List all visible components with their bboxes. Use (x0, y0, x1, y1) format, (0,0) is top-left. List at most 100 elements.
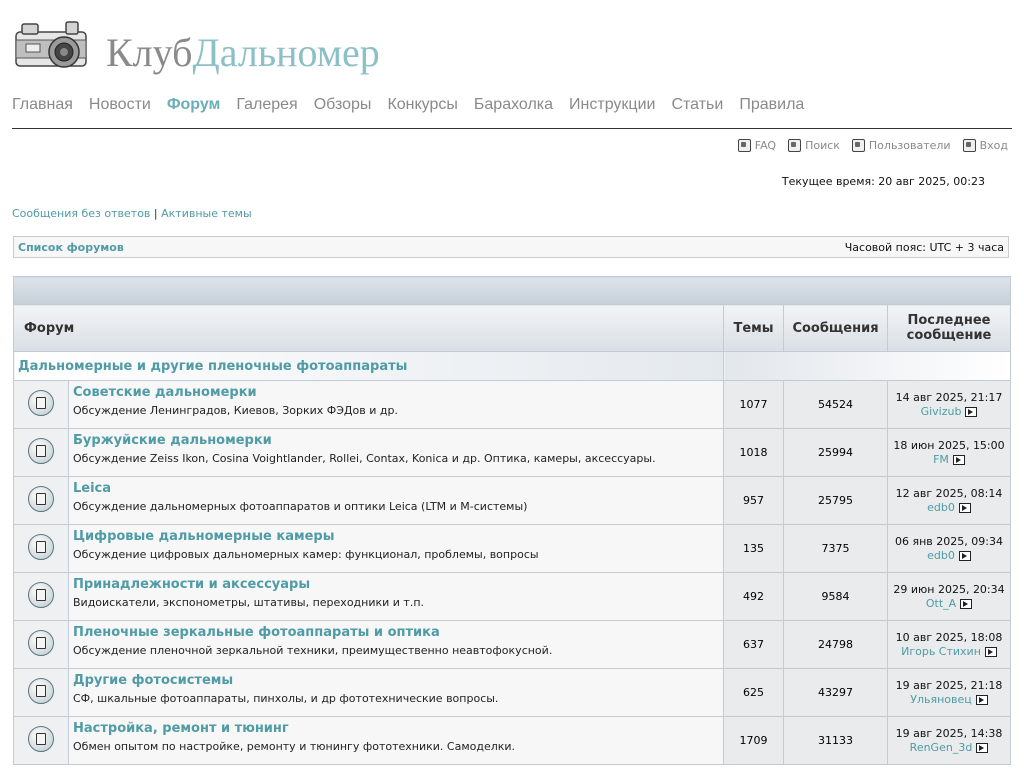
last-post-date: 19 авг 2025, 14:38 (895, 726, 1003, 740)
forum-topics-count: 625 (723, 668, 784, 717)
site-header: КлубДальномер (0, 0, 1024, 92)
table-row: Цифровые дальномерные камеры Обсуждение ц… (13, 524, 1011, 573)
goto-last-post-icon[interactable] (958, 502, 971, 513)
forum-description: Обсуждение Ленинградов, Киевов, Зорких Ф… (73, 404, 398, 417)
faq-link[interactable]: FAQ (737, 139, 777, 152)
goto-last-post-icon[interactable] (958, 550, 971, 561)
users-label: Пользователи (868, 139, 951, 152)
forum-posts-count: 24798 (783, 620, 888, 669)
forum-title-link[interactable]: Буржуйские дальномерки (73, 433, 723, 448)
current-time: Текущее время: 20 авг 2025, 00:23 (781, 175, 985, 188)
active-topics-link[interactable]: Активные темы (161, 207, 252, 220)
forum-read-icon (28, 389, 54, 416)
table-row: Советские дальномерки Обсуждение Ленингра… (13, 380, 1011, 429)
forum-title-link[interactable]: Цифровые дальномерные камеры (73, 529, 723, 544)
forum-topics-count: 957 (723, 476, 784, 525)
search-link[interactable]: Поиск (788, 139, 840, 152)
last-post-date: 14 авг 2025, 21:17 (895, 390, 1003, 404)
nav-item-reviews[interactable]: Обзоры (314, 95, 372, 128)
logo-text-rangefinder: Дальномер (192, 30, 380, 75)
forum-read-icon (28, 677, 54, 704)
last-post-date: 19 авг 2025, 21:18 (895, 678, 1003, 692)
category-title[interactable]: Дальномерные и другие пленочные фотоаппа… (13, 351, 724, 381)
forum-title-link[interactable]: Настройка, ремонт и тюнинг (73, 721, 723, 736)
forum-title-link[interactable]: Пленочные зеркальные фотоаппараты и опти… (73, 625, 723, 640)
nav-item-articles[interactable]: Статьи (671, 95, 723, 128)
nav-item-news[interactable]: Новости (89, 95, 151, 128)
goto-last-post-icon[interactable] (984, 646, 997, 657)
col-header-last-post: Последнее сообщение (887, 304, 1011, 352)
login-link[interactable]: Вход (962, 139, 1008, 152)
nav-item-market[interactable]: Барахолка (474, 95, 553, 128)
forum-description: Обсуждение пленочной зеркальной техники,… (73, 644, 553, 657)
category-row: Дальномерные и другие пленочные фотоаппа… (13, 351, 1011, 381)
last-post-user-link[interactable]: edb0 (927, 501, 955, 514)
forum-posts-count: 31133 (783, 716, 888, 765)
table-row: Leica Обсуждение дальномерных фотоаппарат… (13, 476, 1011, 525)
faq-label: FAQ (754, 139, 777, 152)
goto-last-post-icon[interactable] (965, 406, 978, 417)
goto-last-post-icon[interactable] (952, 454, 965, 465)
last-post-user-link[interactable]: Ott_A (926, 597, 956, 610)
forum-description: Обсуждение дальномерных фотоаппаратов и … (73, 500, 528, 513)
last-post-date: 06 янв 2025, 09:34 (895, 534, 1003, 548)
users-link[interactable]: Пользователи (851, 139, 951, 152)
forum-description: СФ, шкальные фотоаппараты, пинхолы, и др… (73, 692, 499, 705)
nav-item-gallery[interactable]: Галерея (236, 95, 297, 128)
top-links: FAQ Поиск Пользователи Вход (737, 139, 1008, 152)
nav-item-home[interactable]: Главная (12, 95, 73, 128)
table-row: Принадлежности и аксессуары Видоискатели,… (13, 572, 1011, 621)
last-post-date: 10 авг 2025, 18:08 (895, 630, 1003, 644)
forum-posts-count: 7375 (783, 524, 888, 573)
camera-logo-icon[interactable] (12, 14, 90, 74)
forum-posts-count: 25795 (783, 476, 888, 525)
last-post-user-link[interactable]: edb0 (927, 549, 955, 562)
users-icon (851, 139, 865, 152)
forum-topics-count: 135 (723, 524, 784, 573)
forum-description: Видоискатели, экспонометры, штативы, пер… (73, 596, 425, 609)
logo-text-club: Клуб (106, 30, 193, 75)
forum-title-link[interactable]: Принадлежности и аксессуары (73, 577, 723, 592)
forum-topics-count: 492 (723, 572, 784, 621)
table-top-bar (13, 276, 1011, 305)
table-header-row: Форум Темы Сообщения Последнее сообщение (13, 304, 1011, 352)
forum-description: Обмен опытом по настройке, ремонту и тюн… (73, 740, 516, 753)
nav-item-forum[interactable]: Форум (167, 95, 221, 128)
forum-posts-count: 25994 (783, 428, 888, 477)
last-post-user-link[interactable]: Игорь Стихин (901, 645, 981, 658)
nav-item-rules[interactable]: Правила (739, 95, 804, 128)
table-row: Буржуйские дальномерки Обсуждение Zeiss I… (13, 428, 1011, 477)
table-row: Другие фотосистемы СФ, шкальные фотоаппар… (13, 668, 1011, 717)
goto-last-post-icon[interactable] (976, 742, 989, 753)
forum-table: Форум Темы Сообщения Последнее сообщение… (13, 276, 1011, 765)
nav-item-manuals[interactable]: Инструкции (569, 95, 655, 128)
forum-topics-count: 1077 (723, 380, 784, 429)
goto-last-post-icon[interactable] (975, 694, 988, 705)
forum-topics-count: 637 (723, 620, 784, 669)
login-icon (962, 139, 976, 152)
forum-posts-count: 54524 (783, 380, 888, 429)
last-post-user-link[interactable]: RenGen_3d (910, 741, 973, 754)
forum-description: Обсуждение Zeiss Ikon, Cosina Voightland… (73, 452, 656, 465)
forum-navbar: Список форумов Часовой пояс: UTC + 3 час… (13, 236, 1009, 258)
main-nav: Главная Новости Форум Галерея Обзоры Кон… (12, 95, 1012, 129)
forum-topics-count: 1709 (723, 716, 784, 765)
search-label: Поиск (805, 139, 840, 152)
forum-title-link[interactable]: Leica (73, 481, 723, 496)
last-post-user-link[interactable]: Givizub (921, 405, 962, 418)
site-logo-text[interactable]: КлубДальномер (106, 30, 380, 76)
last-post-user-link[interactable]: FM (933, 453, 949, 466)
unanswered-posts-link[interactable]: Сообщения без ответов (12, 207, 150, 220)
forum-read-icon (28, 533, 54, 560)
forum-title-link[interactable]: Другие фотосистемы (73, 673, 723, 688)
forum-list-link[interactable]: Список форумов (18, 241, 124, 254)
nav-item-contests[interactable]: Конкурсы (387, 95, 457, 128)
forum-title-link[interactable]: Советские дальномерки (73, 385, 723, 400)
last-post-user-link[interactable]: Ульяновец (910, 693, 972, 706)
forum-topics-count: 1018 (723, 428, 784, 477)
quick-links-separator: | (153, 207, 158, 220)
login-label: Вход (979, 139, 1008, 152)
last-post-date: 18 июн 2025, 15:00 (893, 438, 1005, 452)
goto-last-post-icon[interactable] (960, 598, 973, 609)
col-header-topics: Темы (723, 304, 784, 352)
